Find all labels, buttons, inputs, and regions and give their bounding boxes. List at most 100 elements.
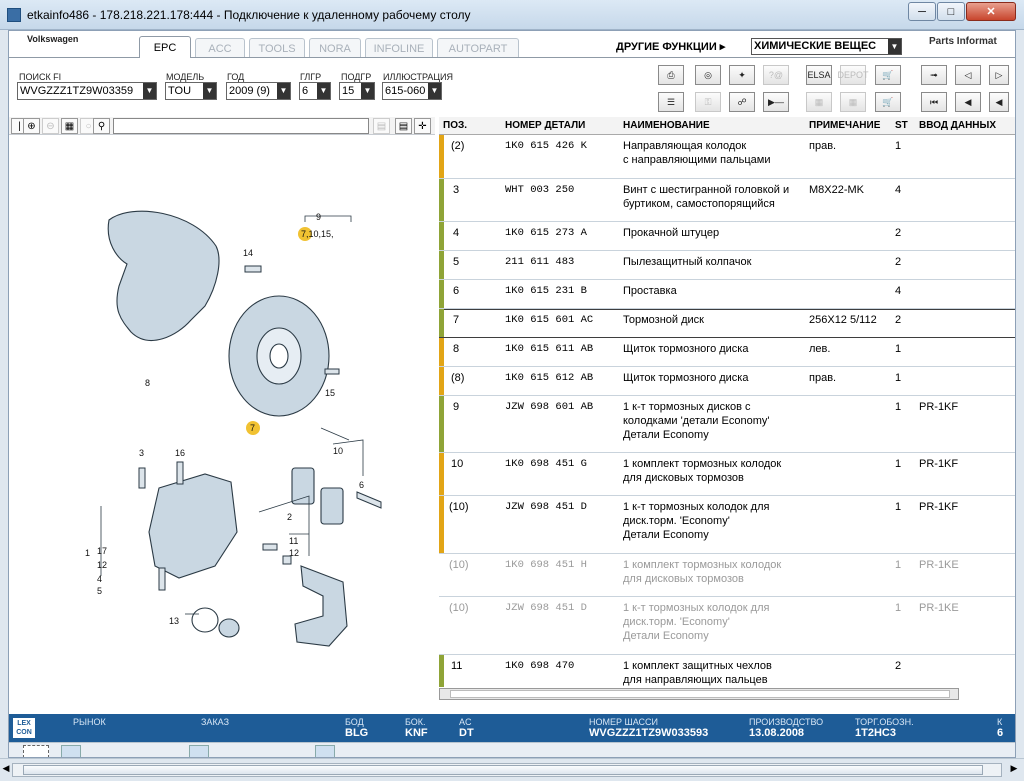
depot-label: DEPOT: [837, 70, 869, 80]
bod-label: БОД: [345, 717, 364, 727]
chevron-down-icon[interactable]: ▼: [888, 39, 901, 54]
cell-pos: 8: [453, 343, 460, 355]
zoom-out-icon: ⊖: [42, 118, 59, 134]
col-name-header[interactable]: НАИМЕНОВАНИЕ: [623, 120, 710, 131]
table-row[interactable]: 11 1K0 698 470 1 комплект защитных чехло…: [439, 655, 1015, 687]
year-select[interactable]: 2009 (9) ▼: [226, 82, 291, 100]
table-row[interactable]: (10) JZW 698 451 D 1 к-т тормозных колод…: [439, 496, 1015, 554]
col-part-header[interactable]: НОМЕР ДЕТАЛИ: [505, 120, 585, 131]
parts-return-icon: ▦: [840, 92, 866, 112]
task-window-icon[interactable]: [315, 745, 335, 757]
col-st-header[interactable]: ST: [895, 120, 908, 131]
table-row[interactable]: 6 1K0 615 231 B Проставка 4: [439, 280, 1015, 309]
chevron-down-icon[interactable]: ▼: [317, 83, 330, 99]
table-row-selected[interactable]: 7 1K0 615 601 AC Тормозной диск 256X12 5…: [439, 309, 1015, 338]
print-icon[interactable]: ⎙: [658, 65, 684, 85]
bike-icon[interactable]: ☍: [729, 92, 755, 112]
table-row[interactable]: (10) 1K0 698 451 H 1 комплект тормозных …: [439, 554, 1015, 597]
play-minus-icon[interactable]: ▶—: [763, 92, 789, 112]
minimize-button[interactable]: ─: [908, 2, 936, 21]
maximize-button[interactable]: □: [937, 2, 965, 21]
tab-infoline[interactable]: INFOLINE: [365, 38, 433, 58]
model-select-value: TOU: [168, 85, 192, 97]
zoom-area-icon[interactable]: ▦: [61, 118, 78, 134]
scrollbar-track[interactable]: [12, 763, 1002, 777]
zoom-in-icon[interactable]: ⊕: [23, 118, 40, 134]
cart-add-icon[interactable]: 🛒: [875, 65, 901, 85]
tab-tools[interactable]: TOOLS: [249, 38, 305, 58]
table-row[interactable]: 4 1K0 615 273 A Прокачной штуцер 2: [439, 222, 1015, 251]
table-row[interactable]: 3 WHT 003 250 Винт с шестигранной головк…: [439, 179, 1015, 222]
task-window-icon[interactable]: [61, 745, 81, 757]
scrollbar-thumb[interactable]: [23, 765, 983, 775]
back-page-icon[interactable]: ◀: [955, 92, 981, 112]
table-row[interactable]: 8 1K0 615 611 AB Щиток тормозного диска …: [439, 338, 1015, 367]
cell-st: 1: [895, 401, 902, 413]
table-row[interactable]: 10 1K0 698 451 G 1 комплект тормозных ко…: [439, 453, 1015, 496]
first-page-icon[interactable]: ⏮: [921, 92, 947, 112]
callout-label: 5: [97, 586, 102, 596]
elsa-icon[interactable]: ELSA: [806, 65, 832, 85]
market-label: РЫНОК: [73, 717, 106, 727]
tab-autopart[interactable]: AUTOPART: [437, 38, 519, 58]
table-row[interactable]: 5 211 611 483 Пылезащитный колпачок 2: [439, 251, 1015, 280]
cell-name-line3: Детали Economy: [623, 630, 709, 642]
model-select[interactable]: TOU ▼: [165, 82, 217, 100]
cart-icon[interactable]: 🛒: [875, 92, 901, 112]
bok-value: KNF: [405, 727, 428, 739]
chevron-down-icon[interactable]: ▼: [428, 83, 441, 99]
tab-acc[interactable]: ACC: [195, 38, 245, 58]
disc-icon[interactable]: ◎: [695, 65, 721, 85]
handshake-icon[interactable]: ✦: [729, 65, 755, 85]
piston-part: [218, 618, 240, 638]
cell-st: 2: [895, 314, 902, 326]
tab-epc[interactable]: EPC: [139, 36, 191, 58]
table-row[interactable]: (10) JZW 698 451 D 1 к-т тормозных колод…: [439, 597, 1015, 655]
table-row[interactable]: (8) 1K0 615 612 AB Щиток тормозного диск…: [439, 367, 1015, 396]
task-window-icon[interactable]: [189, 745, 209, 757]
caliper-part: [148, 473, 238, 579]
row-marker: [439, 251, 444, 279]
previous-page-icon[interactable]: ◁: [955, 65, 981, 85]
chevron-down-icon[interactable]: ▼: [143, 83, 156, 99]
list-icon[interactable]: ☰: [658, 92, 684, 112]
cell-part-number: 1K0 698 470: [505, 660, 575, 672]
col-input-header[interactable]: ВВОД ДАННЫХ: [919, 120, 996, 131]
tab-nora[interactable]: NORA: [309, 38, 361, 58]
scroll-left-icon[interactable]: ◀: [0, 763, 12, 777]
zoom-input[interactable]: [113, 118, 369, 134]
search-field[interactable]: WVGZZZ1TZ9W03359 ▼: [17, 82, 157, 100]
main-group-select[interactable]: 6 ▼: [299, 82, 331, 100]
parts-illustration[interactable]: 9 7,10,15, 14 8 7 15 3 16 10 6 1 17 12 4…: [9, 136, 435, 714]
key-icon: ⚿: [695, 92, 721, 112]
magnifier-icon[interactable]: ⚲: [93, 118, 110, 134]
cell-part-number: JZW 698 601 AB: [505, 401, 594, 413]
scrollbar-thumb[interactable]: [450, 690, 950, 698]
subgroup-select[interactable]: 15 ▼: [339, 82, 375, 100]
chemicals-select[interactable]: ХИМИЧЕСКИЕ ВЕЩЕС ▼: [751, 38, 902, 55]
illustration-select[interactable]: 615-060 ▼: [382, 82, 442, 100]
table-horizontal-scrollbar[interactable]: [439, 688, 959, 700]
cell-st: 2: [895, 256, 902, 268]
cell-name-line1: 1 комплект защитных чехлов: [623, 660, 772, 672]
table-row[interactable]: 9 JZW 698 601 AB 1 к-т тормозных дисков …: [439, 396, 1015, 453]
col-note-header[interactable]: ПРИМЕЧАНИЕ: [809, 120, 880, 131]
layout-icon[interactable]: ▤: [395, 118, 412, 134]
other-functions-menu[interactable]: ДРУГИЕ ФУНКЦИИ ▸: [616, 40, 725, 53]
scroll-right-icon[interactable]: ▶: [1008, 763, 1020, 777]
cell-name-line1: Пылезащитный колпачок: [623, 256, 752, 268]
back-more-icon[interactable]: ◀: [989, 92, 1009, 112]
task-thumbnail[interactable]: [23, 745, 49, 757]
pin-icon[interactable]: ➟: [921, 65, 947, 85]
table-row[interactable]: (2) 1K0 615 426 K Направляющая колодок с…: [439, 135, 1015, 179]
close-button[interactable]: ✕: [966, 2, 1016, 21]
col-pos-header[interactable]: ПОЗ.: [443, 120, 467, 131]
chevron-down-icon[interactable]: ▼: [277, 83, 290, 99]
chevron-down-icon[interactable]: ▼: [361, 83, 374, 99]
chevron-down-icon[interactable]: ▼: [203, 83, 216, 99]
next-page-icon[interactable]: ▷: [989, 65, 1009, 85]
cell-part-number: 1K0 615 601 AC: [505, 314, 594, 326]
parts-table: (2) 1K0 615 426 K Направляющая колодок с…: [439, 135, 1015, 687]
move-icon[interactable]: ✛: [414, 118, 431, 134]
remote-desktop-scrollbar: ◀ ▶: [0, 758, 1024, 781]
